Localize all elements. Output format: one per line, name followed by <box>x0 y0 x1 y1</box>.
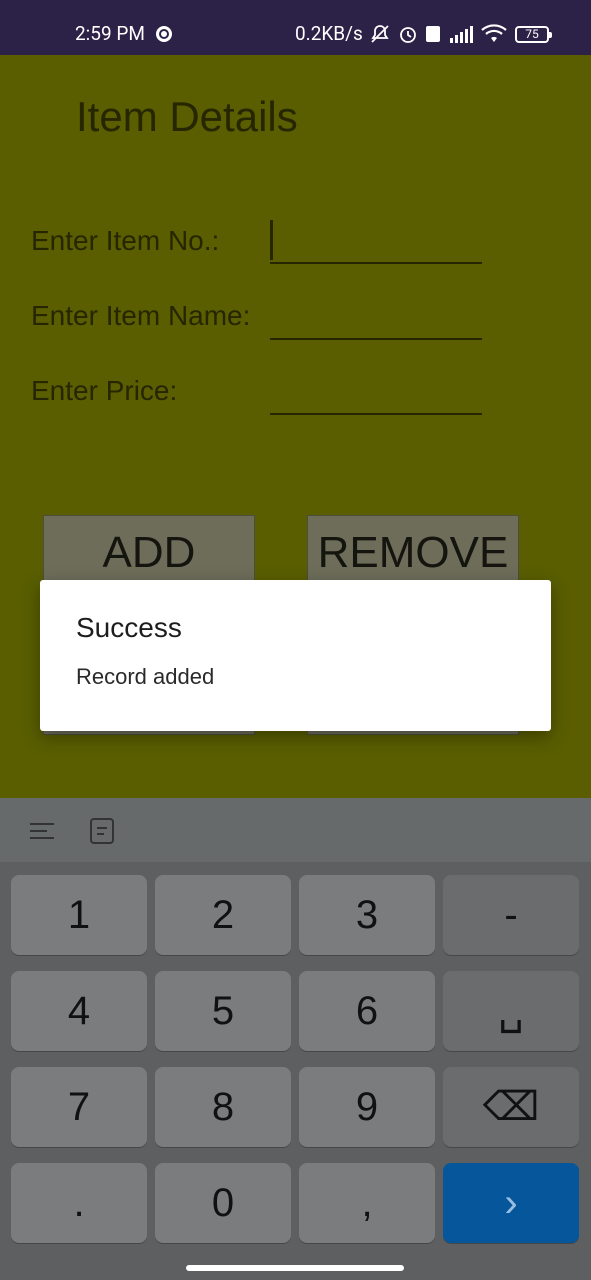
bell-off-icon <box>371 25 389 43</box>
dialog-message: Record added <box>76 664 215 689</box>
key-period[interactable]: . <box>11 1163 147 1243</box>
page-title: Item Details <box>76 93 298 140</box>
key-0[interactable]: 0 <box>155 1163 291 1243</box>
alarm-icon <box>400 27 416 43</box>
key-2[interactable]: 2 <box>155 875 291 955</box>
key-comma[interactable]: , <box>299 1163 435 1243</box>
key-8[interactable]: 8 <box>155 1067 291 1147</box>
signal-icon <box>450 26 473 43</box>
key-minus[interactable]: - <box>443 875 579 955</box>
volte-icon <box>426 26 440 42</box>
remove-button-label: REMOVE <box>317 528 509 577</box>
lines-icon[interactable] <box>29 818 55 844</box>
wifi-icon <box>481 24 507 42</box>
item-name-input[interactable] <box>270 298 482 340</box>
chrome-icon <box>156 26 172 42</box>
key-space[interactable]: ␣ <box>443 971 579 1051</box>
key-7[interactable]: 7 <box>11 1067 147 1147</box>
success-dialog[interactable]: Success Record added <box>40 580 551 731</box>
key-4[interactable]: 4 <box>11 971 147 1051</box>
keyboard-toolbar <box>0 798 591 862</box>
status-time: 2:59 PM <box>75 22 145 45</box>
item-no-label: Enter Item No.: <box>31 225 220 256</box>
key-3[interactable]: 3 <box>299 875 435 955</box>
key-9[interactable]: 9 <box>299 1067 435 1147</box>
clipboard-icon[interactable] <box>89 818 115 844</box>
dialog-title: Success <box>76 612 182 643</box>
status-bar: 2:59 PM 0.2KB/s 75 <box>0 0 591 55</box>
network-speed: 0.2KB/s <box>295 22 363 45</box>
key-1[interactable]: 1 <box>11 875 147 955</box>
home-indicator[interactable] <box>186 1265 404 1271</box>
numeric-keyboard: 1 2 3 - 4 5 6 ␣ 7 8 9 ⌫ . 0 , › <box>0 798 591 1280</box>
battery-icon: 75 <box>515 26 552 43</box>
key-5[interactable]: 5 <box>155 971 291 1051</box>
next-key[interactable]: › <box>443 1163 579 1243</box>
key-6[interactable]: 6 <box>299 971 435 1051</box>
price-input[interactable] <box>270 373 482 415</box>
backspace-key[interactable]: ⌫ <box>443 1067 579 1147</box>
add-button-label: ADD <box>102 528 196 577</box>
text-cursor <box>270 220 273 260</box>
price-label: Enter Price: <box>31 375 178 406</box>
item-no-input[interactable] <box>270 222 482 264</box>
item-name-label: Enter Item Name: <box>31 300 251 331</box>
